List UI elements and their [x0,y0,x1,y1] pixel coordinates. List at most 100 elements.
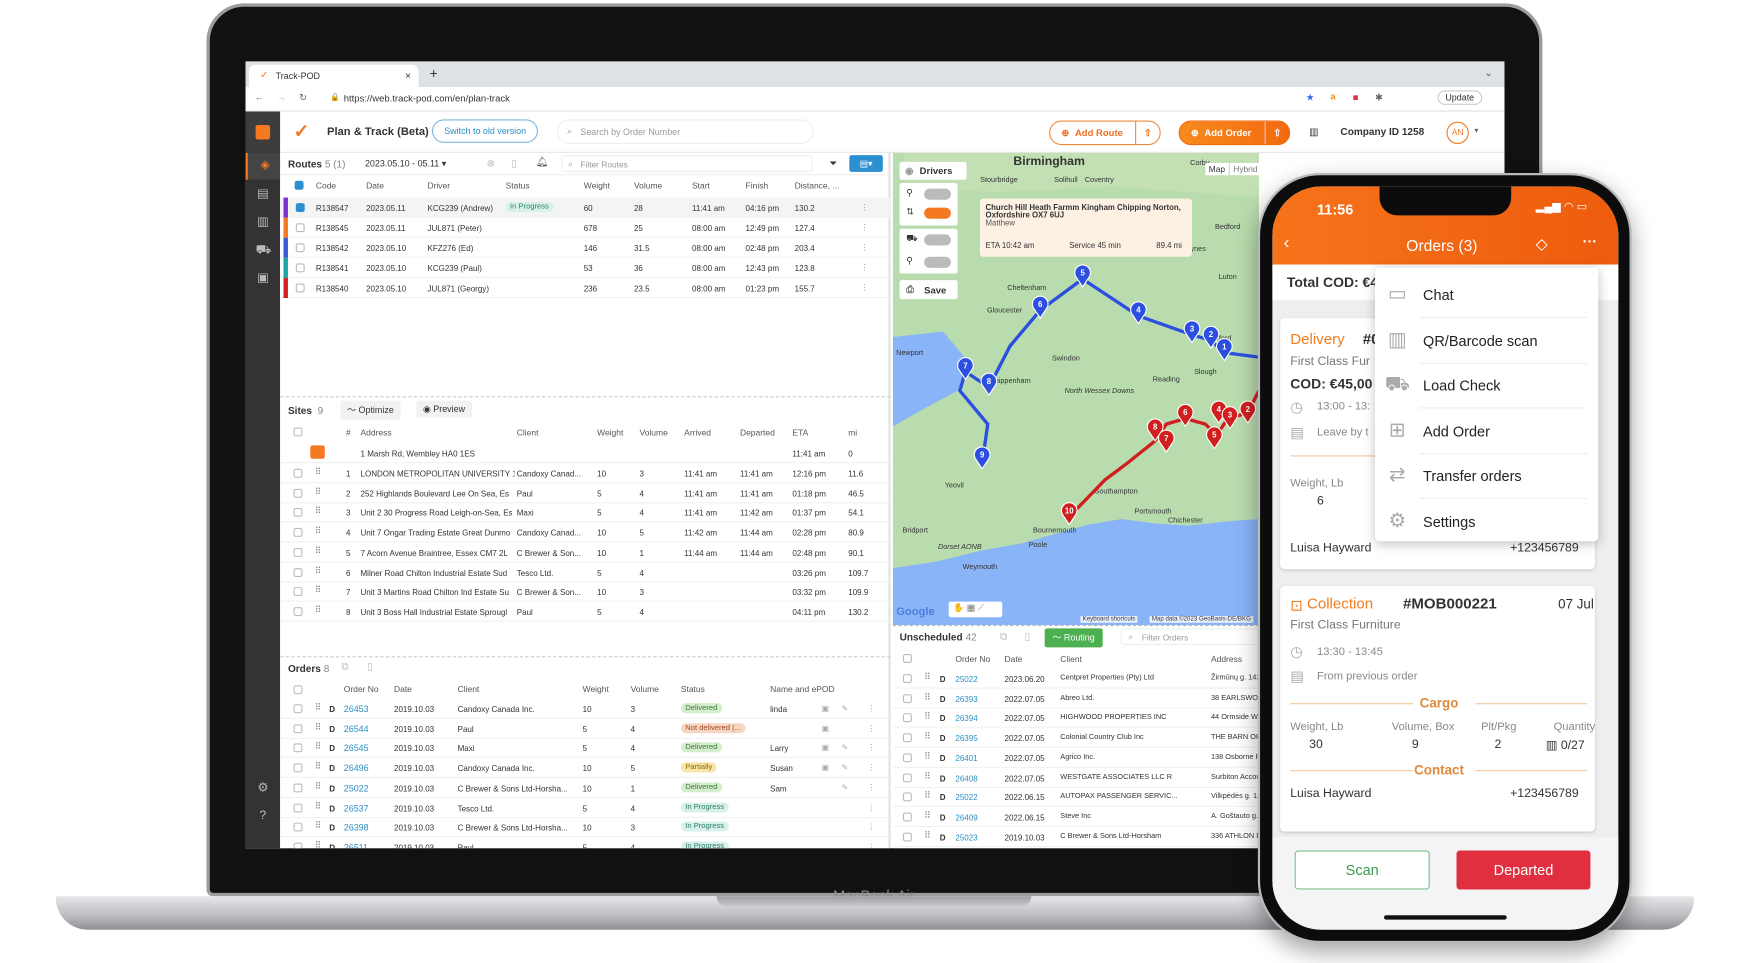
row-menu-icon[interactable]: ⋮ [867,802,875,812]
route-checkbox[interactable] [295,263,305,273]
signature-epod-icon[interactable]: ✎ [842,743,849,753]
column-header[interactable]: Distance, ... [795,181,840,191]
row-menu-icon[interactable]: ⋮ [867,822,875,832]
column-header[interactable]: Arrived [684,427,711,437]
photo-epod-icon[interactable]: ▣ [821,743,829,753]
drag-handle-icon[interactable]: ⠿ [924,771,931,781]
drag-handle-icon[interactable]: ⠿ [315,722,322,732]
drag-handle-icon[interactable]: ⠿ [924,692,931,702]
routing-button[interactable]: 〜 Routing [1044,628,1103,648]
signature-epod-icon[interactable]: ✎ [842,762,849,772]
drag-handle-icon[interactable]: ⠿ [315,840,322,848]
switch-old-version-button[interactable]: Switch to old version [431,119,539,143]
order-number-link[interactable]: 26394 [955,714,977,724]
drag-handle-icon[interactable]: ⠿ [315,486,322,496]
column-header[interactable]: Client [1060,654,1082,664]
column-header[interactable]: Date [394,684,412,694]
column-header[interactable]: Volume [634,181,662,191]
route-checkbox[interactable] [295,223,305,233]
column-header[interactable]: Volume [631,684,659,694]
drag-handle-icon[interactable]: ⠿ [315,585,322,595]
sidebar-item-fleet-icon[interactable]: ⛟ [256,243,271,258]
save-map-button[interactable]: ⎙ Save [899,280,958,300]
column-header[interactable]: Code [316,181,336,191]
filter-orders-input[interactable]: ⌕ Filter Orders [1120,628,1259,646]
column-header[interactable]: Client [517,427,539,437]
clear-icon[interactable]: ⊗ [487,157,495,169]
order-checkbox[interactable] [902,733,912,743]
settings-gear-icon[interactable]: ⚙ [256,781,271,796]
signature-epod-icon[interactable]: ✎ [842,703,849,713]
new-tab-button[interactable]: + [430,66,438,82]
trash-icon[interactable]: ▯ [1025,631,1031,643]
sidebar-item-address-book-icon[interactable]: ▣ [256,271,271,286]
order-search-input[interactable]: ⌕ Search by Order Number [556,119,814,144]
reload-icon[interactable]: ↻ [299,92,307,104]
drag-handle-icon[interactable]: ⠿ [924,672,931,682]
order-checkbox[interactable] [293,763,303,773]
menu-item-settings[interactable]: ⚙ Settings [1375,498,1598,544]
menu-item-qr-barcode-scan[interactable]: ▥ QR/Barcode scan [1375,318,1598,364]
routes-toggle[interactable] [924,207,951,219]
column-header[interactable]: Departed [740,427,775,437]
order-checkbox[interactable] [902,753,912,763]
drag-handle-icon[interactable]: ⠿ [315,467,322,477]
route-diamond-icon[interactable]: ◇ [1536,234,1548,253]
scan-button[interactable]: Scan [1294,850,1430,890]
drivers-toggle[interactable]: ◉ Drivers [899,161,967,180]
map-type-map[interactable]: Map [1205,162,1229,176]
pins-toggle[interactable] [924,188,951,200]
order-number-link[interactable]: 25022 [344,783,369,793]
route-map[interactable]: Birmingham Stourbridge Solihull Coventry Cor… [892,152,1259,626]
drag-handle-icon[interactable]: ⠿ [924,810,931,820]
select-all-checkbox[interactable] [293,427,303,437]
tab-list-icon[interactable]: ⌄ [1484,67,1492,79]
locations-toggle[interactable] [924,256,951,268]
order-number-link[interactable]: 25022 [955,793,977,803]
order-checkbox[interactable] [902,674,912,684]
copy-icon[interactable]: ⧉ [342,661,349,673]
upload-order-icon[interactable]: ⇧ [1264,121,1290,144]
order-number-link[interactable]: 25023 [955,832,977,842]
column-header[interactable]: Weight [583,684,609,694]
drag-handle-icon[interactable]: ⠿ [315,565,322,575]
drag-handle-icon[interactable]: ⠿ [315,605,322,615]
export-button[interactable]: ▤▾ [849,155,883,172]
order-checkbox[interactable] [293,822,303,832]
menu-item-chat[interactable]: ▭ Chat [1375,272,1598,319]
row-menu-icon[interactable]: ⋮ [861,202,869,212]
drag-handle-icon[interactable]: ⠿ [315,781,322,791]
column-header[interactable]: Driver [427,181,450,191]
add-order-button[interactable]: ⊕ Add Order ⇧ [1178,120,1291,146]
order-number-link[interactable]: 26395 [955,733,977,743]
sidebar-item-reports-icon[interactable]: ▥ [256,215,271,230]
signature-epod-icon[interactable]: ✎ [842,782,849,792]
order-checkbox[interactable] [902,792,912,802]
column-header[interactable]: Date [1004,654,1022,664]
forward-icon[interactable]: → [277,92,286,103]
trucks-toggle[interactable] [924,234,951,246]
row-menu-icon[interactable]: ⋮ [867,723,875,733]
order-number-link[interactable]: 25022 [955,674,977,684]
column-header[interactable]: Order No [955,654,990,664]
extension-icon[interactable]: ■ [1353,92,1359,103]
column-header[interactable]: Name and ePOD [770,684,835,694]
column-header[interactable]: Volume [640,427,668,437]
drag-handle-icon[interactable]: ⠿ [315,546,322,556]
amazon-extension-icon[interactable]: a [1330,90,1335,101]
order-card-collection[interactable]: ⊡ Collection #MOB000221 07 Jul First Cla… [1280,585,1595,832]
row-menu-icon[interactable]: ⋮ [867,841,875,848]
menu-item-add-order[interactable]: ⊞ Add Order [1375,408,1598,454]
order-checkbox[interactable] [293,724,303,733]
column-header[interactable]: Client [458,684,480,694]
drag-handle-icon[interactable]: ⠿ [924,830,931,840]
column-header[interactable]: Address [361,427,392,437]
order-number-link[interactable]: 26537 [344,803,369,813]
back-icon[interactable]: ← [254,92,263,103]
route-checkbox[interactable] [295,243,305,253]
row-menu-icon[interactable]: ⋮ [867,703,875,713]
order-number-link[interactable]: 26453 [344,704,369,714]
map-type-hybrid[interactable]: Hybrid [1229,162,1259,176]
order-checkbox[interactable] [293,803,303,812]
drag-handle-icon[interactable]: ⠿ [924,731,931,741]
